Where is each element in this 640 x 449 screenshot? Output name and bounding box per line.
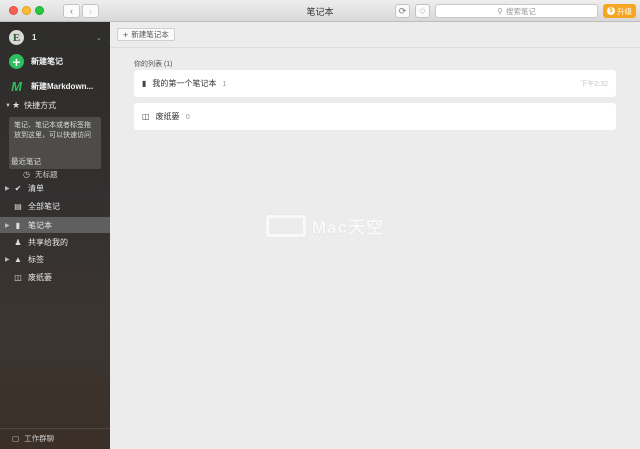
- coin-icon: $: [607, 7, 615, 15]
- chevron-down-icon[interactable]: ⌄: [96, 34, 102, 42]
- upgrade-button[interactable]: $ 升级: [603, 4, 636, 18]
- clock-icon: ◷: [23, 170, 30, 179]
- sidebar-item-shared[interactable]: ♟ 共享给我的: [0, 234, 110, 250]
- trash-name: 废纸篓: [155, 112, 180, 121]
- notifications-button[interactable]: ♢: [415, 4, 430, 18]
- search-icon: ⚲: [497, 6, 503, 16]
- sidebar-item-tags[interactable]: ▶ ▲ 标签: [0, 251, 110, 267]
- check-circle-icon: ✔: [14, 183, 22, 193]
- sidebar-item-checklist[interactable]: ▶ ✔ 清单: [0, 180, 110, 196]
- work-chat-label: 工作群聊: [24, 434, 55, 443]
- notebook-count: 1: [222, 79, 227, 88]
- search-input[interactable]: ⚲ 搜索笔记: [435, 4, 598, 18]
- sidebar-item-label: 笔记本: [28, 220, 52, 230]
- disclosure-right-icon: ▶: [5, 185, 10, 192]
- list-header: 你的列表 (1): [134, 61, 173, 68]
- notebook-icon: ▮: [142, 79, 147, 88]
- recent-note-item[interactable]: ◷ 无标题: [23, 169, 57, 180]
- shortcuts-header[interactable]: ▼ ★ 快捷方式: [5, 100, 56, 111]
- account-name: 1: [32, 33, 37, 42]
- new-markdown-label: 新建Markdown...: [31, 82, 94, 91]
- avatar: E: [9, 30, 24, 45]
- tag-icon: ▲: [14, 254, 22, 264]
- sidebar-item-label: 废纸篓: [28, 272, 52, 282]
- sync-icon: ⟳: [398, 5, 407, 16]
- notebook-card[interactable]: ▮ 我的第一个笔记本 1 下午2:32: [134, 70, 616, 97]
- account-menu[interactable]: E 1: [9, 30, 36, 45]
- note-icon: ▤: [14, 201, 22, 211]
- sidebar-item-label: 清单: [28, 183, 44, 193]
- sync-button[interactable]: ⟳: [395, 4, 410, 18]
- watermark-url: www.mac69.com: [308, 235, 361, 242]
- chat-icon: ▢: [12, 434, 20, 443]
- trash-icon: ◫: [142, 112, 150, 121]
- sidebar: E 1 ⌄ + 新建笔记 M 新建Markdown... ▼ ★ 快捷方式 笔记…: [0, 22, 110, 449]
- sidebar-item-notebooks[interactable]: ▶ ▮ 笔记本: [0, 217, 110, 233]
- people-icon: ♟: [14, 237, 22, 247]
- plus-icon: +: [123, 29, 129, 40]
- disclosure-right-icon: ▶: [5, 256, 10, 263]
- new-markdown-button[interactable]: M 新建Markdown...: [9, 79, 93, 94]
- plus-icon: +: [9, 54, 24, 69]
- notebook-date: 下午2:32: [580, 80, 608, 88]
- trash-count: 0: [185, 112, 190, 121]
- work-chat-button[interactable]: ▢ 工作群聊: [12, 433, 54, 444]
- sidebar-item-all-notes[interactable]: ▤ 全部笔记: [0, 198, 110, 214]
- bell-icon: ♢: [418, 5, 427, 16]
- sidebar-item-trash[interactable]: ◫ 废纸篓: [0, 269, 110, 285]
- sidebar-item-label: 共享给我的: [28, 237, 68, 247]
- new-notebook-button[interactable]: + 新建笔记本: [117, 28, 175, 41]
- notebook-list-pane: + 新建笔记本 你的列表 (1) ▮ 我的第一个笔记本 1 下午2:32 ◫ 废…: [110, 22, 640, 449]
- sidebar-item-label: 全部笔记: [28, 201, 60, 211]
- title-bar: ‹ › 笔记本 ⟳ ♢ ⚲ 搜索笔记 $ 升级: [0, 0, 640, 22]
- watermark: Mac天空 www.mac69.com: [266, 209, 406, 249]
- trash-card[interactable]: ◫ 废纸篓 0: [134, 103, 616, 130]
- notebook-icon: ▮: [15, 220, 21, 230]
- search-placeholder: 搜索笔记: [505, 6, 536, 16]
- recent-notes-header: 最近笔记: [11, 157, 41, 166]
- sidebar-item-label: 标签: [28, 254, 44, 264]
- sidebar-divider: [0, 428, 110, 429]
- upgrade-label: 升级: [617, 6, 632, 16]
- watermark-logo: [266, 215, 306, 237]
- star-icon: ★: [12, 100, 21, 110]
- toolbar-divider: [110, 47, 640, 48]
- markdown-icon: M: [11, 79, 22, 94]
- shortcuts-label: 快捷方式: [24, 101, 57, 110]
- new-note-label: 新建笔记: [31, 57, 63, 66]
- disclosure-right-icon: ▶: [5, 222, 10, 229]
- recent-note-label: 无标题: [34, 170, 58, 179]
- notebook-name: 我的第一个笔记本: [152, 79, 217, 88]
- new-notebook-label: 新建笔记本: [131, 30, 169, 39]
- trash-icon: ◫: [14, 272, 22, 282]
- disclosure-down-icon: ▼: [5, 102, 11, 109]
- new-note-button[interactable]: + 新建笔记: [9, 54, 63, 69]
